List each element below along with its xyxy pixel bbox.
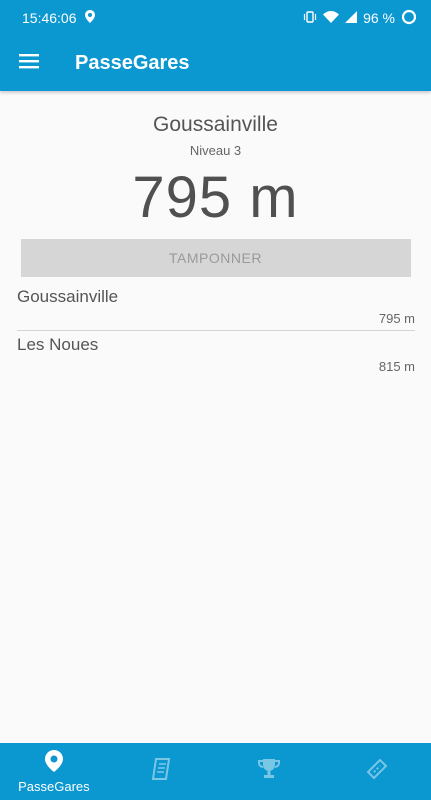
vibrate-icon — [303, 10, 317, 26]
battery-icon — [401, 9, 417, 28]
hamburger-menu-icon — [19, 53, 39, 74]
signal-icon — [345, 10, 358, 26]
location-pin-icon — [44, 749, 63, 777]
station-level: Niveau 3 — [189, 143, 242, 158]
nav-tab-trophy[interactable] — [216, 743, 324, 800]
nearby-stations-list: Goussainville 795 m Les Noues 815 m — [17, 285, 415, 379]
trophy-icon — [256, 757, 282, 786]
list-item[interactable]: Les Noues 815 m — [17, 333, 415, 379]
station-name: Goussainville — [153, 113, 278, 136]
bottom-navigation: PasseGares — [0, 743, 431, 800]
stamp-button[interactable]: TAMPONNER — [20, 239, 411, 277]
station-item-distance: 795 m — [378, 311, 415, 326]
nav-tab-ticket[interactable] — [323, 743, 431, 800]
app-title: PasseGares — [75, 52, 190, 74]
station-distance: 795 m — [132, 165, 299, 230]
status-bar: 15:46:06 96 % — [0, 0, 431, 36]
location-icon — [84, 10, 95, 26]
ticket-icon — [365, 757, 389, 786]
battery-text: 96 % — [363, 10, 395, 26]
status-icons: 96 % — [303, 9, 417, 28]
station-item-name: Les Noues — [17, 335, 99, 354]
menu-button[interactable] — [0, 36, 58, 91]
nav-tab-passegares[interactable]: PasseGares — [0, 743, 108, 800]
main-content: Goussainville Niveau 3 795 m TAMPONNER G… — [0, 91, 431, 379]
list-item[interactable]: Goussainville 795 m — [17, 285, 415, 331]
nav-tab-book[interactable] — [108, 743, 216, 800]
status-time: 15:46:06 — [22, 10, 77, 26]
book-icon — [150, 757, 174, 786]
station-item-distance: 815 m — [378, 359, 415, 374]
app-bar: PasseGares — [0, 36, 431, 91]
station-item-name: Goussainville — [17, 287, 119, 306]
wifi-icon — [323, 10, 340, 26]
nav-tab-label: PasseGares — [18, 778, 90, 794]
